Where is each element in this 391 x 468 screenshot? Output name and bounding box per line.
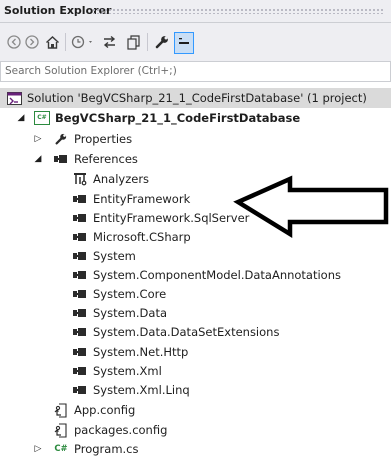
solution-tree: Solution 'BegVCSharp_21_1_CodeFirstDatab…	[0, 82, 391, 468]
toolbar	[0, 23, 391, 61]
pending-changes-icon[interactable]	[70, 32, 96, 52]
show-all-files-icon[interactable]	[124, 32, 142, 52]
sync-icon[interactable]	[100, 32, 118, 52]
title-bar: Solution Explorer	[0, 0, 391, 23]
home-icon[interactable]	[43, 32, 61, 52]
back-icon[interactable]	[6, 32, 22, 52]
toolbar-separator	[147, 33, 148, 51]
annotation-arrow-icon	[233, 175, 389, 239]
forward-icon[interactable]	[24, 32, 40, 52]
search-box[interactable]	[0, 61, 391, 82]
toolbar-separator	[65, 33, 66, 51]
search-input[interactable]	[5, 62, 375, 80]
properties-icon[interactable]	[152, 32, 172, 52]
collapse-icon[interactable]	[174, 32, 194, 54]
title-grip[interactable]	[92, 8, 385, 14]
